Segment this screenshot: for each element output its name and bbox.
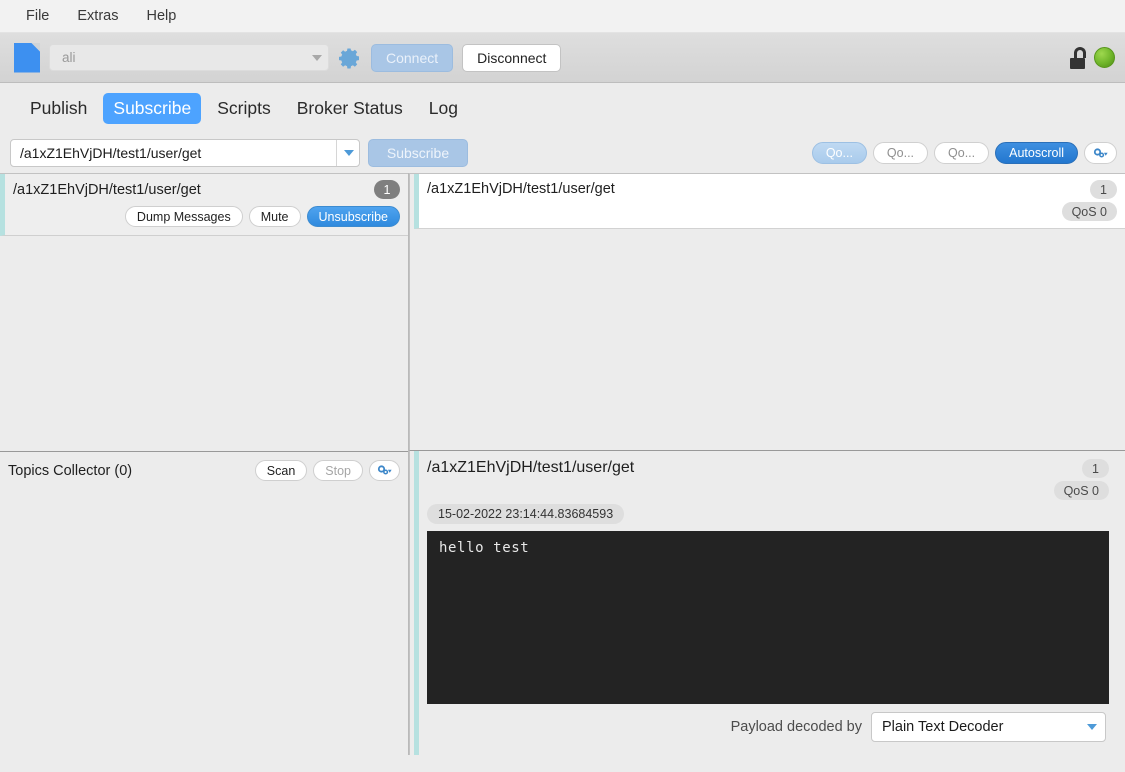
menu-item-file[interactable]: File: [14, 4, 61, 28]
right-column: /a1xZ1EhVjDH/test1/user/get 1 QoS 0 /a1x…: [409, 173, 1125, 755]
payload-decoder-select[interactable]: Plain Text Decoder: [871, 711, 1106, 742]
left-column: /a1xZ1EhVjDH/test1/user/get 1 Dump Messa…: [0, 173, 409, 755]
topics-collector-options-button[interactable]: [369, 460, 400, 481]
payload-viewer[interactable]: hello test: [427, 531, 1109, 704]
message-meta: 1 QoS 0: [1061, 180, 1117, 223]
connection-profile-select[interactable]: ali: [49, 44, 329, 71]
subscribe-button[interactable]: Subscribe: [368, 139, 468, 167]
subscription-row[interactable]: /a1xZ1EhVjDH/test1/user/get 1 Dump Messa…: [0, 174, 408, 236]
topics-collector-body: [0, 489, 408, 755]
subscription-row-actions: Dump Messages Mute Unsubscribe: [13, 206, 400, 227]
qos-button-2[interactable]: Qo...: [934, 142, 990, 164]
message-list-item[interactable]: /a1xZ1EhVjDH/test1/user/get 1 QoS 0: [414, 174, 1125, 229]
menu-bar: File Extras Help: [0, 0, 1125, 33]
tab-publish[interactable]: Publish: [20, 93, 97, 124]
topic-input-value: /a1xZ1EhVjDH/test1/user/get: [20, 145, 202, 161]
stop-button[interactable]: Stop: [313, 460, 363, 481]
padlock-body: [1070, 57, 1085, 69]
gear-dropdown-icon: [1093, 147, 1108, 158]
payload-decoder-value: Plain Text Decoder: [882, 718, 1004, 735]
scan-button[interactable]: Scan: [254, 460, 308, 481]
topic-input-separator: [336, 140, 337, 166]
menu-item-extras[interactable]: Extras: [65, 4, 130, 28]
autoscroll-toggle[interactable]: Autoscroll: [995, 142, 1078, 164]
message-detail-meta: 1 QoS 0: [1053, 459, 1109, 500]
payload-text: hello test: [439, 540, 530, 556]
message-qos-badge: QoS 0: [1061, 202, 1117, 221]
mute-button[interactable]: Mute: [248, 206, 301, 227]
dump-messages-button[interactable]: Dump Messages: [124, 206, 243, 227]
message-index-badge: 1: [1090, 180, 1117, 199]
payload-decoder-row: Payload decoded by Plain Text Decoder: [419, 704, 1117, 749]
unsubscribe-button[interactable]: Unsubscribe: [306, 206, 400, 227]
qos-button-1[interactable]: Qo...: [872, 142, 929, 164]
connection-status-dot: [1094, 47, 1115, 68]
qos-button-0[interactable]: Qo...: [811, 142, 867, 164]
connection-toolbar: ali Connect Disconnect: [0, 33, 1125, 83]
message-detail-header: /a1xZ1EhVjDH/test1/user/get 1 QoS 0: [419, 451, 1117, 500]
subscription-row-top: /a1xZ1EhVjDH/test1/user/get 1: [13, 180, 400, 199]
chevron-down-icon: [312, 54, 322, 61]
message-list: /a1xZ1EhVjDH/test1/user/get 1 QoS 0: [409, 173, 1125, 450]
message-topic: /a1xZ1EhVjDH/test1/user/get: [427, 181, 615, 197]
payload-decoder-label: Payload decoded by: [730, 718, 862, 735]
subscribe-bar: /a1xZ1EhVjDH/test1/user/get Subscribe Qo…: [0, 133, 1125, 173]
gear-icon[interactable]: [338, 46, 362, 70]
subscription-topic: /a1xZ1EhVjDH/test1/user/get: [13, 181, 201, 198]
message-detail-topic: /a1xZ1EhVjDH/test1/user/get: [427, 459, 635, 476]
connect-button[interactable]: Connect: [371, 43, 454, 72]
message-timestamp: 15-02-2022 23:14:44.83684593: [427, 504, 625, 524]
unlocked-padlock-icon: [1068, 46, 1088, 69]
gear-dropdown-icon: [377, 465, 392, 475]
topics-collector-title: Topics Collector (0): [8, 462, 133, 479]
subscription-message-count: 1: [374, 180, 400, 199]
connection-profile-value: ali: [62, 50, 76, 65]
message-detail-qos-badge: QoS 0: [1053, 481, 1109, 500]
disconnect-button[interactable]: Disconnect: [462, 43, 562, 72]
tab-scripts[interactable]: Scripts: [207, 93, 280, 124]
main-split: /a1xZ1EhVjDH/test1/user/get 1 Dump Messa…: [0, 173, 1125, 755]
connection-status-group: [1068, 33, 1115, 82]
padlock-shackle: [1074, 46, 1086, 58]
message-detail-panel: /a1xZ1EhVjDH/test1/user/get 1 QoS 0 15-0…: [409, 450, 1125, 755]
tab-bar: Publish Subscribe Scripts Broker Status …: [0, 83, 1125, 133]
message-detail-timestamp-row: 15-02-2022 23:14:44.83684593: [419, 500, 1117, 524]
menu-item-help[interactable]: Help: [134, 4, 188, 28]
chevron-down-icon: [1087, 723, 1097, 730]
tab-subscribe[interactable]: Subscribe: [103, 92, 202, 124]
topics-collector-header: Topics Collector (0) Scan Stop: [0, 451, 408, 489]
chevron-down-icon[interactable]: [344, 150, 354, 156]
message-detail-index-badge: 1: [1082, 459, 1109, 478]
tab-log[interactable]: Log: [419, 93, 468, 124]
subscriptions-list: /a1xZ1EhVjDH/test1/user/get 1 Dump Messa…: [0, 173, 408, 451]
topic-input[interactable]: /a1xZ1EhVjDH/test1/user/get: [10, 139, 360, 167]
subscribe-bar-tools: Qo... Qo... Qo... Autoscroll: [811, 133, 1117, 173]
topics-collector-actions: Scan Stop: [254, 460, 400, 481]
message-detail-inner: /a1xZ1EhVjDH/test1/user/get 1 QoS 0 15-0…: [414, 451, 1125, 755]
file-icon[interactable]: [14, 42, 40, 73]
tab-broker-status[interactable]: Broker Status: [287, 93, 413, 124]
subscribe-options-button[interactable]: [1084, 142, 1117, 164]
